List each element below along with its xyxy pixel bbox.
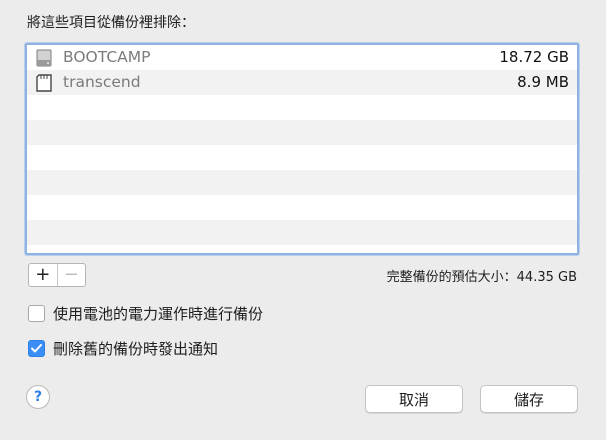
hard-drive-icon — [36, 49, 52, 71]
item-size: 18.72 GB — [499, 48, 569, 66]
estimated-size-label: 完整備份的預估大小：44.35 GB — [386, 270, 577, 285]
notify-deletion-checkbox[interactable] — [28, 340, 45, 357]
item-name: BOOTCAMP — [63, 48, 151, 66]
notify-deletion-label[interactable]: 刪除舊的備份時發出通知 — [53, 338, 218, 359]
save-button[interactable]: 儲存 — [480, 385, 578, 413]
cancel-button[interactable]: 取消 — [365, 385, 463, 413]
empty-row — [27, 170, 577, 195]
battery-backup-option[interactable]: 使用電池的電力運作時進行備份 — [28, 303, 263, 324]
checkmark-icon — [31, 344, 42, 353]
notify-deletion-option[interactable]: 刪除舊的備份時發出通知 — [28, 338, 218, 359]
help-button[interactable]: ? — [26, 385, 50, 409]
battery-backup-checkbox[interactable] — [28, 305, 45, 322]
excluded-items-list[interactable]: BOOTCAMP 18.72 GB transcend 8.9 MB — [25, 43, 579, 255]
item-name: transcend — [63, 73, 141, 91]
empty-row — [27, 120, 577, 145]
add-button[interactable]: + — [29, 264, 58, 286]
add-remove-control: + − — [28, 263, 86, 287]
battery-backup-label[interactable]: 使用電池的電力運作時進行備份 — [53, 303, 263, 324]
sd-card-icon — [36, 74, 52, 96]
empty-row — [27, 195, 577, 220]
empty-row — [27, 220, 577, 245]
item-size: 8.9 MB — [517, 73, 569, 91]
list-item[interactable]: transcend 8.9 MB — [27, 70, 577, 95]
dialog-title: 將這些項目從備份裡排除： — [27, 15, 195, 31]
remove-button[interactable]: − — [58, 264, 86, 286]
empty-row — [27, 95, 577, 120]
list-item[interactable]: BOOTCAMP 18.72 GB — [27, 45, 577, 70]
empty-row — [27, 145, 577, 170]
empty-row — [27, 245, 577, 253]
